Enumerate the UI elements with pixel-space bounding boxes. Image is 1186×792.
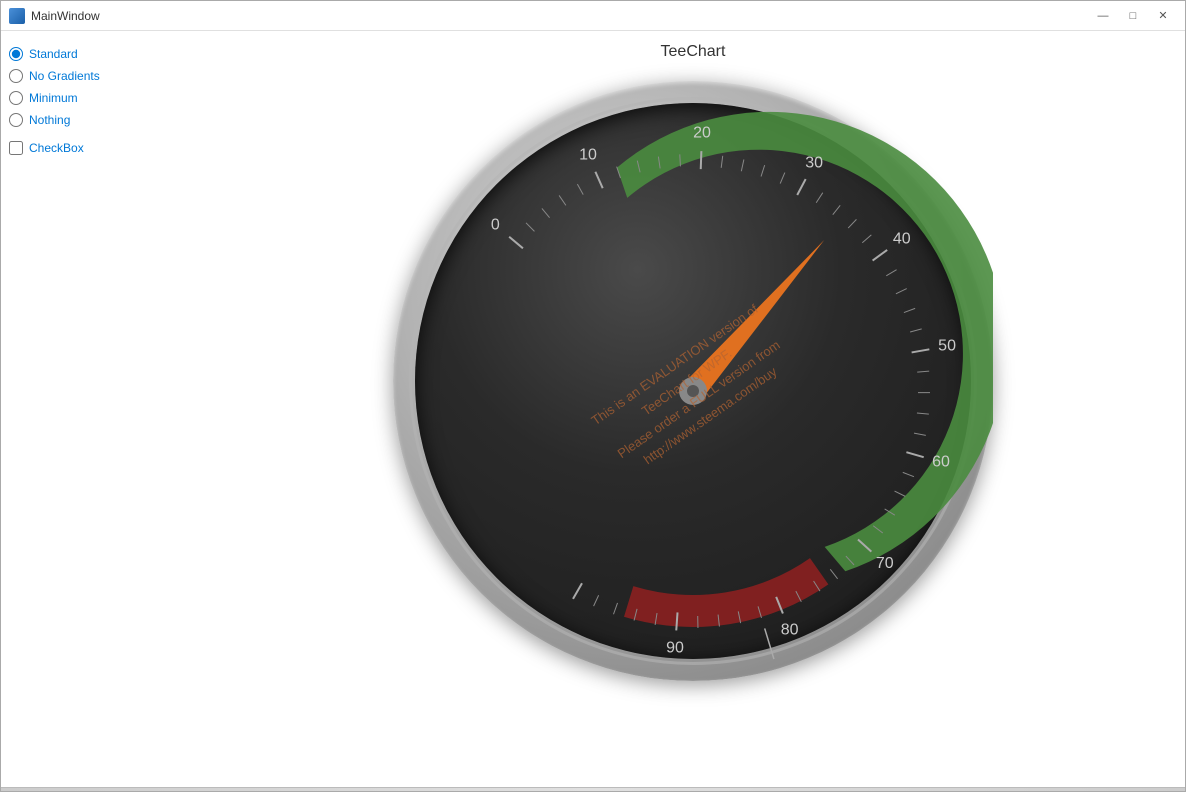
gauge-needle <box>684 240 824 399</box>
checkbox-label: CheckBox <box>29 141 84 155</box>
minor-tick <box>895 491 906 496</box>
minor-tick <box>816 193 823 203</box>
restore-button[interactable]: □ <box>1119 6 1147 26</box>
gauge-svg-bands: 0 10 20 30 40 50 60 70 80 90 <box>393 81 993 681</box>
radio-nothing[interactable]: Nothing <box>9 113 209 127</box>
tick-label: 60 <box>932 453 950 470</box>
tick-mark <box>797 179 805 195</box>
title-bar-left: MainWindow <box>9 8 100 24</box>
minor-tick <box>613 603 617 614</box>
gauge-container: 0102030405060708090 This is an EVALUATIO… <box>383 71 1003 711</box>
tick-mark <box>676 612 677 630</box>
radio-no-gradients-label: No Gradients <box>29 69 100 83</box>
checkbox-item[interactable]: CheckBox <box>9 141 209 155</box>
minimize-button[interactable]: — <box>1089 6 1117 26</box>
sidebar: Standard No Gradients Minimum Nothing Ch… <box>9 39 209 779</box>
red-band <box>624 558 828 627</box>
minor-tick <box>780 173 785 184</box>
chart-area: TeeChart <box>209 39 1177 779</box>
minor-tick <box>741 160 744 172</box>
tick-label: 70 <box>876 555 894 572</box>
tick-label: 20 <box>693 124 711 141</box>
title-bar: MainWindow — □ ✕ <box>1 1 1185 31</box>
tick-label: 0 <box>491 216 500 233</box>
minor-tick <box>903 472 914 476</box>
radio-nothing-label: Nothing <box>29 113 70 127</box>
minor-tick <box>594 595 599 606</box>
minor-tick <box>848 219 856 228</box>
tick-label: 40 <box>893 231 911 248</box>
main-content: Standard No Gradients Minimum Nothing Ch… <box>1 31 1185 787</box>
tick-mark <box>595 172 602 188</box>
title-bar-controls: — □ ✕ <box>1089 6 1177 26</box>
radio-standard-label: Standard <box>29 47 78 61</box>
minor-tick <box>914 433 926 435</box>
minor-tick <box>833 205 840 214</box>
tick-mark <box>873 250 888 261</box>
minor-tick <box>886 270 896 276</box>
tick-mark <box>509 237 523 249</box>
tick-label: 30 <box>805 154 823 171</box>
minor-tick <box>526 223 534 232</box>
close-button[interactable]: ✕ <box>1149 6 1177 26</box>
minor-tick <box>761 165 765 176</box>
minor-tick <box>577 184 583 194</box>
radio-no-gradients[interactable]: No Gradients <box>9 69 209 83</box>
minor-tick <box>896 289 907 294</box>
tick-mark <box>912 349 930 352</box>
minor-tick <box>721 156 723 168</box>
window-app-icon <box>9 8 25 24</box>
ext-tick <box>765 628 774 659</box>
tick-mark <box>701 151 702 169</box>
minor-tick <box>917 371 929 372</box>
minor-tick <box>830 569 837 579</box>
tick-mark <box>906 452 923 457</box>
chart-title: TeeChart <box>661 43 726 61</box>
tick-label: 10 <box>579 147 597 164</box>
tick-label: 80 <box>781 621 799 638</box>
minor-tick <box>542 208 550 217</box>
minor-tick <box>862 235 871 243</box>
minor-tick <box>559 195 566 205</box>
radio-group: Standard No Gradients Minimum Nothing <box>9 47 209 127</box>
minor-tick <box>680 154 681 166</box>
bottom-border <box>1 787 1185 791</box>
minor-tick <box>917 413 929 414</box>
tick-mark <box>573 583 582 599</box>
tick-label: 90 <box>666 640 684 657</box>
minor-tick <box>910 329 922 332</box>
radio-minimum-label: Minimum <box>29 91 78 105</box>
tick-label: 50 <box>938 337 956 354</box>
radio-minimum[interactable]: Minimum <box>9 91 209 105</box>
needle-cap-inner <box>687 385 699 397</box>
minor-tick <box>904 308 915 312</box>
window-title: MainWindow <box>31 9 100 23</box>
radio-standard[interactable]: Standard <box>9 47 209 61</box>
main-window: MainWindow — □ ✕ Standard No Gradients <box>0 0 1186 792</box>
checkbox-input[interactable] <box>9 141 23 155</box>
